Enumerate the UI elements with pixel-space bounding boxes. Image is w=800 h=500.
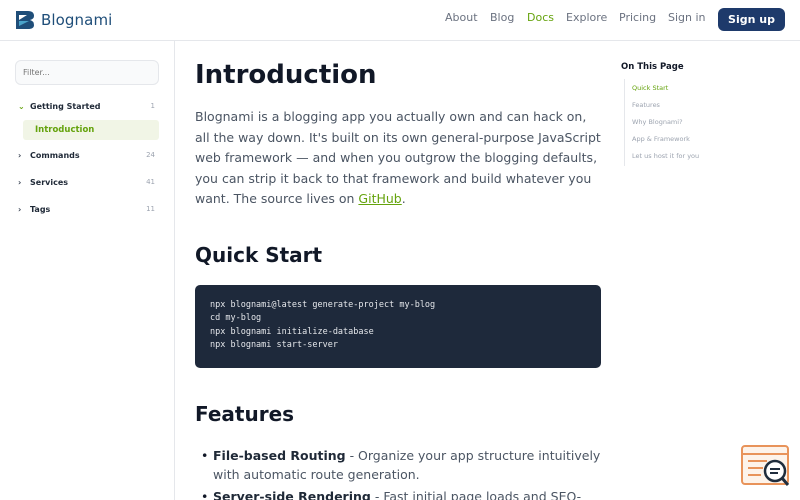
nav-sign-in[interactable]: Sign in: [668, 11, 706, 29]
code-line: npx blognami initialize-database: [210, 326, 374, 337]
code-block: npx blognami@latest generate-project my-…: [195, 285, 601, 368]
sidebar-item-getting-started[interactable]: ⌄ Getting Started 1: [18, 98, 158, 114]
logo-text: Blognami: [41, 11, 113, 29]
quick-start-heading: Quick Start: [195, 243, 323, 267]
sidebar-item-label: Commands: [30, 150, 80, 160]
feature-text: Server-side Rendering - Fast initial pag…: [213, 487, 605, 500]
nav-explore[interactable]: Explore: [566, 11, 607, 29]
github-link[interactable]: GitHub: [358, 191, 401, 206]
toc-item-features[interactable]: Features: [632, 101, 660, 109]
code-line: cd my-blog: [210, 313, 262, 324]
feature-desc: - Fast initial page loads and SEO-: [370, 489, 582, 500]
search-document-icon[interactable]: [741, 445, 791, 489]
sidebar-item-label: Services: [30, 177, 69, 187]
signup-button[interactable]: Sign up: [718, 8, 785, 31]
chevron-right-icon: ›: [18, 177, 22, 187]
feature-title: File-based Routing: [213, 448, 346, 463]
bullet: •: [201, 448, 209, 463]
sidebar-item-tags[interactable]: › Tags 11: [18, 201, 158, 217]
code-line: npx blognami start-server: [210, 339, 338, 350]
bullet: •: [201, 489, 209, 500]
toc-item-host[interactable]: Let us host it for you: [632, 152, 699, 160]
toc-item-quick-start[interactable]: Quick Start: [632, 84, 668, 92]
sidebar-item-label: Getting Started: [30, 101, 101, 111]
logo-icon: [16, 11, 34, 29]
intro-paragraph: Blognami is a blogging app you actually …: [195, 107, 603, 210]
toc-title: On This Page: [621, 62, 684, 72]
filter-input[interactable]: [15, 60, 159, 85]
chevron-down-icon: ⌄: [18, 101, 25, 111]
toc-divider: [624, 79, 625, 166]
docs-sidebar: ⌄ Getting Started 1 Introduction › Comma…: [0, 41, 175, 500]
nav-docs[interactable]: Docs: [527, 11, 554, 29]
sidebar-item-count: 1: [150, 102, 155, 110]
feature-text: File-based Routing - Organize your app s…: [213, 446, 605, 484]
logo[interactable]: Blognami: [14, 9, 112, 31]
sidebar-item-count: 24: [146, 151, 155, 159]
chevron-right-icon: ›: [18, 150, 22, 160]
sidebar-item-commands[interactable]: › Commands 24: [18, 147, 158, 163]
nav-blog[interactable]: Blog: [490, 11, 514, 29]
sidebar-item-label: Tags: [30, 204, 51, 214]
toc-item-app-framework[interactable]: App & Framework: [632, 135, 690, 143]
nav-about[interactable]: About: [445, 11, 478, 29]
sidebar-item-count: 11: [146, 205, 155, 213]
sidebar-item-services[interactable]: › Services 41: [18, 174, 158, 190]
intro-end: .: [401, 191, 406, 206]
feature-title: Server-side Rendering: [213, 489, 371, 500]
sidebar-item-introduction[interactable]: Introduction: [23, 120, 159, 140]
site-header: Blognami About Blog Docs Explore Pricing…: [0, 0, 800, 41]
page-title: Introduction: [195, 60, 377, 90]
code-line: npx blognami@latest generate-project my-…: [210, 300, 436, 310]
sidebar-item-count: 41: [146, 178, 155, 186]
features-heading: Features: [195, 402, 295, 426]
nav-pricing[interactable]: Pricing: [619, 11, 656, 29]
toc-item-why-blognami[interactable]: Why Blognami?: [632, 118, 683, 126]
chevron-right-icon: ›: [18, 204, 22, 214]
